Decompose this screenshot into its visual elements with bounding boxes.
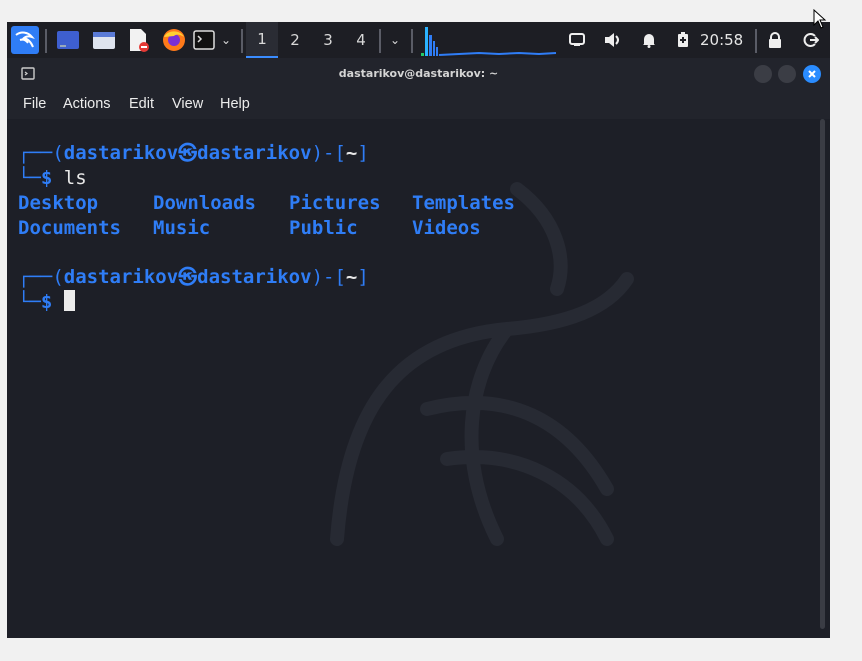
text-cursor: [63, 290, 75, 311]
prompt-symbol: $: [40, 167, 53, 189]
chevron-down-icon[interactable]: ⌄: [385, 22, 405, 58]
chevron-down-icon[interactable]: ⌄: [218, 22, 234, 58]
prompt-host: dastarikov: [197, 142, 312, 164]
window-title: dastarikov@dastarikov: ~: [338, 67, 499, 80]
menu-actions[interactable]: Actions: [63, 89, 111, 119]
workspace-4[interactable]: 4: [345, 22, 377, 58]
display-icon[interactable]: [567, 22, 587, 58]
notification-bell-icon[interactable]: [639, 22, 659, 58]
terminal-output[interactable]: ┌──(dastarikov㉿dastarikov)-[~] └─$ ls De…: [7, 119, 830, 638]
battery-icon[interactable]: [673, 22, 693, 58]
text-editor-icon[interactable]: [123, 22, 153, 58]
lock-icon[interactable]: [765, 22, 785, 58]
workspace-1[interactable]: 1: [246, 22, 278, 58]
kali-menu-icon[interactable]: [10, 22, 40, 58]
prompt-line-1: ┌──(dastarikov㉿dastarikov)-[~]: [18, 142, 369, 164]
menu-edit[interactable]: Edit: [129, 89, 154, 119]
firefox-icon[interactable]: [159, 22, 189, 58]
prompt-user: dastarikov: [63, 142, 179, 164]
title-bar[interactable]: dastarikov@dastarikov: ~: [7, 58, 830, 89]
prompt-symbol: $: [40, 291, 53, 313]
command-line: └─$ ls: [18, 167, 87, 189]
scrollbar[interactable]: [820, 119, 825, 629]
menu-file[interactable]: File: [23, 89, 46, 119]
kali-dragon-watermark: [330, 182, 634, 546]
file-manager-icon[interactable]: [89, 22, 119, 58]
prompt-dir: ~: [345, 266, 358, 288]
volume-icon[interactable]: [603, 22, 623, 58]
close-icon: [808, 70, 816, 78]
workspace-2[interactable]: 2: [279, 22, 311, 58]
menu-help[interactable]: Help: [220, 89, 250, 119]
minimize-button[interactable]: [754, 65, 772, 83]
ls-pictures: Pictures: [289, 192, 381, 214]
ls-music: Music: [153, 217, 211, 239]
prompt-at: ㉿: [178, 142, 198, 164]
top-panel: ⌄ 1 2 3 4 ⌄ 20:58: [7, 22, 830, 58]
terminal-window[interactable]: dastarikov@dastarikov: ~ File Actions Ed…: [7, 58, 830, 638]
ls-downloads: Downloads: [153, 192, 256, 214]
prompt-at: ㉿: [178, 266, 198, 288]
prompt-host: dastarikov: [197, 266, 312, 288]
maximize-button[interactable]: [778, 65, 796, 83]
desktop-icon[interactable]: [53, 22, 83, 58]
ls-videos: Videos: [412, 217, 481, 239]
input-line[interactable]: └─$: [18, 290, 75, 315]
ls-public: Public: [289, 217, 358, 239]
workspace-3[interactable]: 3: [312, 22, 344, 58]
prompt-line-2: ┌──(dastarikov㉿dastarikov)-[~]: [18, 266, 369, 288]
ls-templates: Templates: [412, 192, 515, 214]
menu-bar: File Actions Edit View Help: [7, 89, 830, 119]
prompt-user: dastarikov: [63, 266, 179, 288]
command-text: ls: [63, 167, 87, 189]
cpu-graph: [419, 22, 559, 58]
ls-documents: Documents: [18, 217, 121, 239]
close-button[interactable]: [803, 65, 821, 83]
clock[interactable]: 20:58: [700, 22, 743, 58]
ls-desktop: Desktop: [18, 192, 99, 214]
menu-view[interactable]: View: [172, 89, 203, 119]
prompt-dir: ~: [345, 142, 358, 164]
terminal-icon[interactable]: [191, 22, 217, 58]
mouse-cursor-icon: [813, 9, 827, 29]
